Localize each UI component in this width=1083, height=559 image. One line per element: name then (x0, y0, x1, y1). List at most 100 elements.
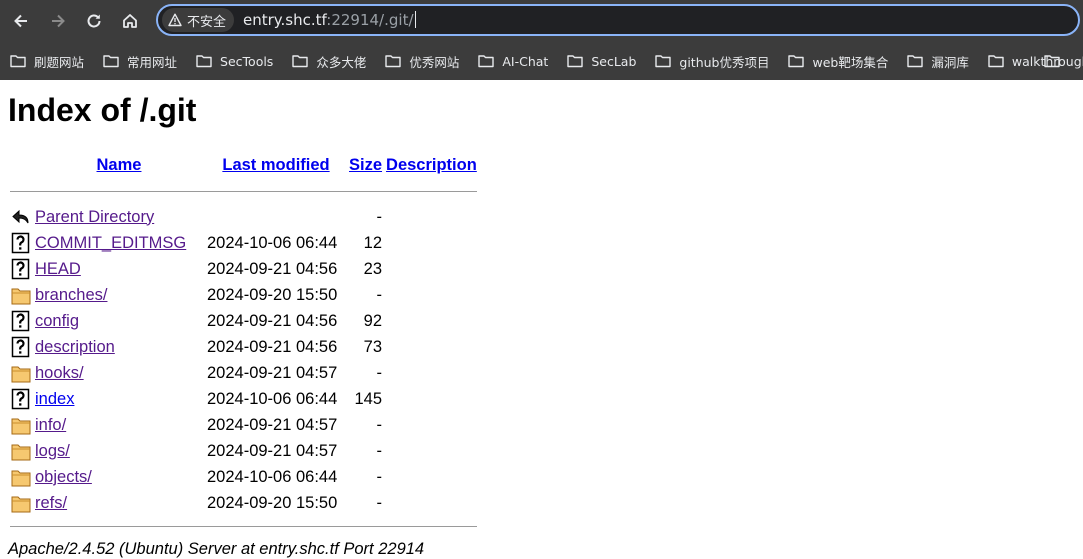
text-caret (414, 11, 416, 28)
reload-icon[interactable] (79, 6, 109, 36)
file-link[interactable]: Parent Directory (35, 208, 154, 226)
back-icon[interactable] (6, 6, 36, 36)
description-cell (384, 360, 479, 386)
forward-icon[interactable] (43, 6, 73, 36)
divider (10, 525, 477, 527)
date-cell: 2024-09-21 04:57 (207, 441, 338, 460)
bookmark-label: SecLab (591, 53, 637, 69)
file-link[interactable]: HEAD (35, 260, 81, 278)
header-last-modified: Last modified (205, 152, 347, 178)
file-link[interactable]: index (35, 390, 74, 408)
table-row: hooks/2024-09-21 04:57 - (8, 360, 479, 386)
table-row: HEAD 2024-09-21 04:56 23 (8, 256, 479, 282)
size-cell: - (376, 493, 383, 512)
size-cell: 73 (363, 337, 383, 356)
name-cell: config (33, 308, 205, 334)
bookmark-folder[interactable]: AI-Chat (478, 54, 548, 69)
bookmark-folder[interactable]: 优秀网站 (385, 52, 459, 71)
name-cell: logs/ (33, 438, 205, 464)
size-cell: - (376, 441, 383, 460)
description-cell (384, 230, 479, 256)
bookmark-label: SecTools (220, 53, 274, 69)
size-cell: - (376, 285, 383, 304)
table-row: refs/2024-09-20 15:50 - (8, 490, 479, 516)
folder-icon (103, 54, 127, 68)
folder-icon (8, 464, 33, 490)
header-name: Name (33, 152, 205, 178)
size-cell: - (376, 467, 383, 486)
folder-icon (196, 54, 220, 68)
bookmark-folder[interactable]: walkthrough (988, 54, 1083, 69)
home-icon[interactable] (115, 6, 145, 36)
sort-by-name-link[interactable]: Name (97, 156, 142, 174)
file-link[interactable]: refs/ (35, 494, 67, 512)
header-icon-column (8, 152, 33, 178)
bookmark-folder[interactable]: 常用网址 (103, 52, 177, 71)
bookmarks-bar: 刷题网站 常用网址 SecTools 众多大佬 优秀网站 AI-Chat SecLab git… (0, 42, 1083, 80)
folder-icon[interactable] (1044, 54, 1068, 68)
security-indicator[interactable]: 不安全 (162, 8, 235, 32)
bookmark-label: 众多大佬 (316, 54, 367, 70)
description-cell (384, 256, 479, 282)
file-link[interactable]: description (35, 338, 115, 356)
header-size: Size (347, 152, 384, 178)
size-cell: - (376, 415, 383, 434)
description-cell (384, 204, 479, 230)
size-cell: - (376, 363, 383, 382)
date-cell: 2024-09-20 15:50 (207, 285, 338, 304)
file-link[interactable]: info/ (35, 416, 66, 434)
date-cell: 2024-09-21 04:57 (207, 415, 338, 434)
name-cell: branches/ (33, 282, 205, 308)
folder-icon (8, 360, 33, 386)
bookmark-label: AI-Chat (502, 53, 549, 69)
folder-icon (788, 54, 812, 68)
bookmark-label: 刷题网站 (34, 54, 85, 70)
folder-icon (385, 54, 409, 68)
date-cell: 2024-09-21 04:56 (207, 337, 338, 356)
size-cell: 23 (363, 259, 383, 278)
bookmark-folder[interactable]: github优秀项目 (655, 52, 769, 71)
url-text[interactable]: entry.shc.tf:22914/.git/ (243, 11, 416, 29)
bookmark-folder[interactable]: web靶场集合 (788, 52, 888, 71)
bookmark-folder[interactable]: 漏洞库 (907, 52, 969, 71)
sort-by-last-modified-link[interactable]: Last modified (222, 156, 329, 174)
unknown-file-icon (8, 256, 33, 282)
size-cell: 12 (363, 233, 383, 252)
description-cell (384, 308, 479, 334)
back-arrow-icon (8, 204, 33, 230)
file-link[interactable]: branches/ (35, 286, 107, 304)
file-link[interactable]: config (35, 312, 79, 330)
bookmark-folder[interactable]: 刷题网站 (10, 52, 84, 71)
table-row: description 2024-09-21 04:56 73 (8, 334, 479, 360)
warning-triangle-icon (168, 13, 182, 27)
file-link[interactable]: logs/ (35, 442, 70, 460)
folder-icon (907, 54, 931, 68)
name-cell: index (33, 386, 205, 412)
description-cell (384, 282, 479, 308)
file-link[interactable]: hooks/ (35, 364, 84, 382)
file-link[interactable]: COMMIT_EDITMSG (35, 234, 186, 252)
size-cell: 145 (354, 389, 383, 408)
bookmark-folder[interactable]: 众多大佬 (292, 52, 366, 71)
bookmark-folder[interactable]: SecTools (196, 54, 273, 69)
file-link[interactable]: objects/ (35, 468, 92, 486)
date-cell: 2024-09-21 04:56 (207, 311, 338, 330)
folder-icon (8, 490, 33, 516)
file-table: Name Last modified Size Description Pare… (8, 152, 479, 536)
bookmark-label: github优秀项目 (679, 54, 770, 70)
size-cell: - (376, 207, 383, 226)
name-cell: HEAD (33, 256, 205, 282)
sort-by-description-link[interactable]: Description (386, 156, 477, 174)
header-separator (8, 178, 479, 204)
sort-by-size-link[interactable]: Size (349, 156, 382, 174)
divider (10, 190, 477, 192)
date-cell: 2024-09-20 15:50 (207, 493, 338, 512)
folder-icon (10, 54, 34, 68)
name-cell: objects/ (33, 464, 205, 490)
page-title: Index of /.git (8, 92, 197, 128)
bookmark-folder[interactable]: SecLab (567, 54, 636, 69)
unknown-file-icon (8, 308, 33, 334)
table-header-row: Name Last modified Size Description (8, 152, 479, 178)
address-bar[interactable]: 不安全 entry.shc.tf:22914/.git/ (156, 4, 1080, 36)
folder-icon (478, 54, 502, 68)
